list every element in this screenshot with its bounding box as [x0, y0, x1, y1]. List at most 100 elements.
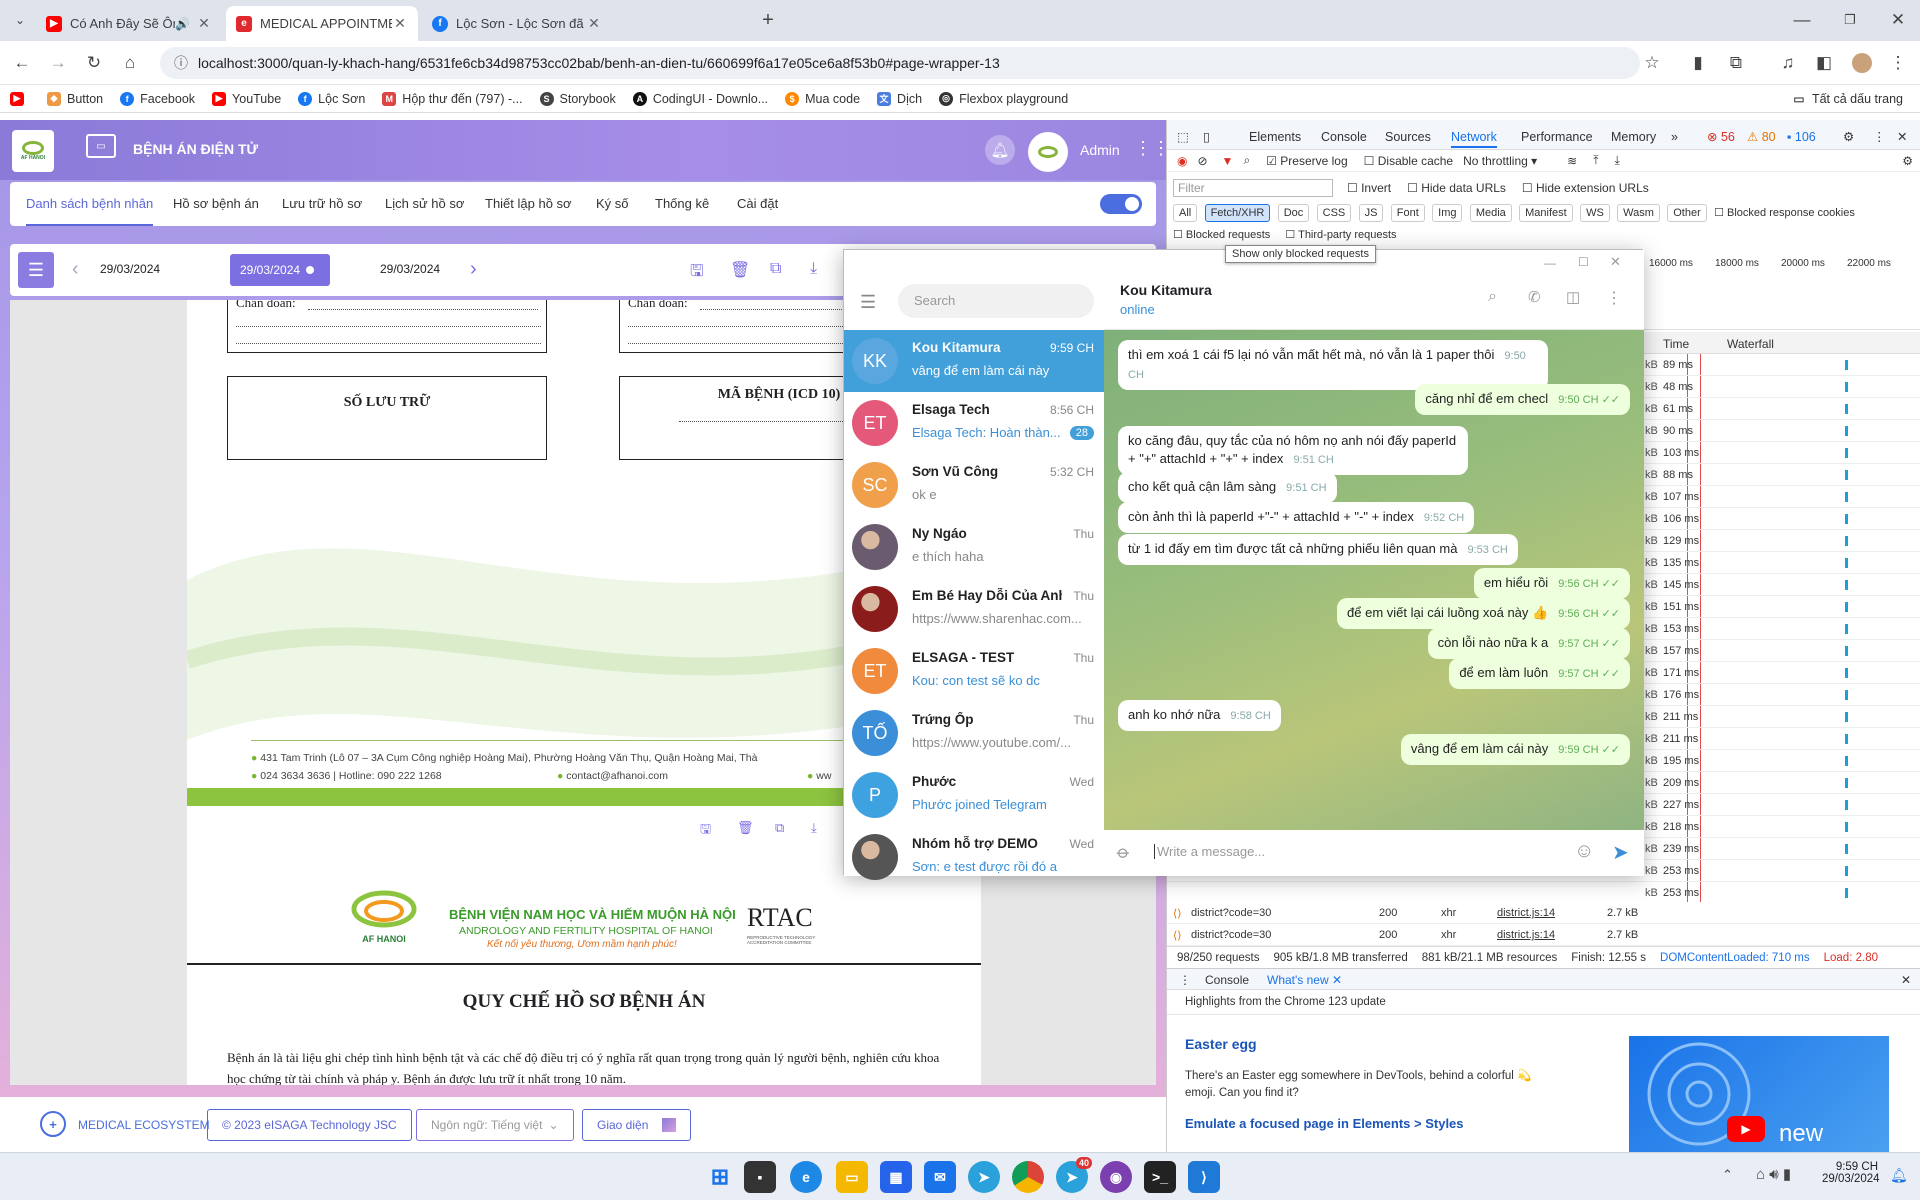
row-initiator[interactable]: district.js:14 [1497, 929, 1555, 941]
theme-toggle[interactable] [1100, 194, 1142, 214]
bookmark-item[interactable]: $ Mua code [785, 91, 860, 106]
filter-icon[interactable]: ▼ [1222, 154, 1234, 168]
chat-item[interactable]: ET Elsaga Tech 8:56 CH Elsaga Tech: Hoàn th… [844, 392, 1104, 454]
mail-icon[interactable]: ✉ [924, 1161, 956, 1193]
store-icon[interactable]: ▦ [880, 1161, 912, 1193]
back-icon[interactable]: ← [10, 51, 34, 75]
extension-icon[interactable]: ▮ [1686, 51, 1710, 75]
filter-input[interactable]: Filter [1173, 179, 1333, 197]
bookmark-item[interactable]: ▶ YouTube [212, 91, 281, 106]
filter-all[interactable]: All [1173, 204, 1198, 222]
hide-extension-urls-checkbox[interactable]: ☐ Hide extension URLs [1522, 181, 1649, 195]
drawer-tab-whats-new[interactable]: What's new ✕ [1267, 973, 1342, 987]
gear-icon[interactable]: ⚙ [1843, 126, 1854, 148]
system-tray-icons[interactable]: ⌂ 🔊︎ ▮ [1756, 1165, 1791, 1183]
bookmark-item[interactable]: f Lộc Sơn [298, 91, 365, 106]
tab-danh-sach-benh-nhan[interactable]: Danh sách bệnh nhân [26, 182, 154, 226]
device-toggle-icon[interactable]: ▯ [1203, 126, 1210, 148]
restore-icon[interactable]: ❐ [1838, 8, 1862, 32]
chrome-icon[interactable] [1012, 1161, 1044, 1193]
trash-icon[interactable]: 🗑 [730, 260, 750, 280]
hamburger-menu-icon[interactable]: ☰ [18, 252, 54, 288]
message-incoming[interactable]: anh ko nhớ nữa 9:58 CH [1118, 700, 1281, 731]
drawer-tab-console[interactable]: Console [1205, 973, 1249, 987]
column-waterfall[interactable]: Waterfall [1727, 337, 1774, 351]
chat-item[interactable]: SC Sơn Vũ Công 5:32 CH ok e [844, 454, 1104, 516]
copyright-button[interactable]: © 2023 eISAGA Technology JSC [207, 1109, 412, 1141]
chat-item[interactable]: Ny Ngáo Thu e thích haha [844, 516, 1104, 578]
message-incoming[interactable]: cho kết quả cận lâm sàng 9:51 CH [1118, 472, 1337, 503]
browser-tab[interactable]: ▶ Có Anh Đây Sẽ Ôm Em Ng 🔊 ✕ [36, 6, 222, 41]
edge-icon[interactable]: e [790, 1161, 822, 1193]
bookmark-item[interactable]: ◆ Button [47, 91, 103, 106]
bookmark-item[interactable]: ◎ Flexbox playground [939, 91, 1068, 106]
blocked-response-cookies-checkbox[interactable]: ☐ Blocked response cookies [1714, 207, 1855, 219]
user-name[interactable]: Admin [1080, 142, 1120, 158]
close-icon[interactable]: ✕ [392, 15, 408, 32]
browser-tab[interactable]: f Lộc Sơn - Lộc Sơn đã chia sẻ m ✕ [422, 6, 612, 41]
inspect-icon[interactable]: ⬚ [1177, 126, 1189, 148]
bookmark-item[interactable]: 文 Dịch [877, 91, 922, 106]
tab-network[interactable]: Network [1451, 126, 1497, 148]
github-icon[interactable]: ◉ [1100, 1161, 1132, 1193]
wifi-icon[interactable]: ≋ [1567, 154, 1577, 168]
filter-other[interactable]: Other [1667, 204, 1707, 222]
chat-header-name[interactable]: Kou Kitamura [1120, 282, 1212, 298]
bookmark-youtube[interactable]: ▶ [10, 91, 30, 106]
message-incoming[interactable]: ko căng đâu, quy tắc của nó hôm nọ anh n… [1118, 426, 1468, 475]
upload-icon[interactable]: ⤒ [1593, 153, 1598, 168]
new-tab-button[interactable]: + [756, 8, 780, 32]
save-icon[interactable]: 🖫 [700, 820, 711, 842]
filter-js[interactable]: JS [1358, 204, 1384, 222]
telegram-icon[interactable]: ➤ [968, 1161, 1000, 1193]
tab-luu-tru-ho-so[interactable]: Lưu trữ hồ sơ [282, 182, 362, 226]
play-icon[interactable]: ▶ [1727, 1116, 1765, 1142]
chat-item[interactable]: P Phước Wed Phước joined Telegram [844, 764, 1104, 826]
filter-manifest[interactable]: Manifest [1519, 204, 1573, 222]
bell-icon[interactable]: 🔔︎ [985, 135, 1015, 165]
hamburger-menu-icon[interactable]: ☰ [860, 292, 876, 313]
throttling-select[interactable]: No throttling ▾ [1463, 154, 1537, 168]
filter-fetch-xhr[interactable]: Fetch/XHR [1204, 204, 1271, 222]
terminal-icon[interactable]: >_ [1144, 1161, 1176, 1193]
tab-sources[interactable]: Sources [1385, 126, 1431, 148]
phone-icon[interactable]: ✆ [1528, 288, 1541, 306]
message-incoming[interactable]: còn ảnh thì là paperId +"-" + attachId +… [1118, 502, 1475, 533]
disable-cache-checkbox[interactable]: ☐ Disable cache [1364, 154, 1453, 168]
chevron-up-icon[interactable]: ⌃ [1722, 1167, 1733, 1183]
download-icon[interactable]: ⤓ [1615, 153, 1620, 168]
record-icon[interactable]: ◉ [1177, 154, 1187, 168]
minimize-icon[interactable]: — [1544, 256, 1556, 270]
tab-ky-so[interactable]: Ký số [596, 182, 629, 226]
emulate-focused-link[interactable]: Emulate a focused page in Elements > Sty… [1185, 1116, 1464, 1131]
clock[interactable]: 9:59 CH 29/03/2024 [1822, 1161, 1880, 1185]
puzzle-icon[interactable]: ⧉ [1724, 51, 1748, 75]
date-prev[interactable]: 29/03/2024 [100, 262, 160, 276]
filter-css[interactable]: CSS [1316, 204, 1352, 222]
close-icon[interactable]: ✕ [1897, 126, 1907, 148]
blocked-requests-checkbox[interactable]: ☐ Blocked requests [1173, 229, 1270, 241]
bookmark-item[interactable]: f Facebook [120, 91, 195, 106]
media-icon[interactable]: ♫ [1776, 51, 1800, 75]
filter-img[interactable]: Img [1432, 204, 1463, 222]
filter-ws[interactable]: WS [1580, 204, 1610, 222]
message-outgoing[interactable]: vâng để em làm cái này 9:59 CH ✓✓ [1400, 734, 1630, 765]
send-icon[interactable]: ➤ [1612, 840, 1629, 865]
tab-memory[interactable]: Memory [1611, 126, 1656, 148]
message-outgoing[interactable]: căng nhỉ để em checl 9:50 CH ✓✓ [1415, 384, 1630, 415]
row-initiator[interactable]: district.js:14 [1497, 907, 1555, 919]
kebab-icon[interactable]: ⋮ [1179, 973, 1191, 987]
column-time[interactable]: Time [1663, 337, 1689, 351]
tab-thong-ke[interactable]: Thống kê [655, 182, 709, 226]
tab-lich-su-ho-so[interactable]: Lịch sử hồ sơ [385, 182, 464, 226]
save-icon[interactable]: 🖫 [690, 260, 704, 287]
chat-item[interactable]: TỐ Trứng Ốp Thu https://www.youtube.com/... [844, 702, 1104, 764]
minimize-icon[interactable]: — [1790, 8, 1814, 32]
easter-egg-title[interactable]: Easter egg [1185, 1036, 1257, 1052]
forward-icon[interactable]: → [46, 51, 70, 75]
network-row[interactable]: kB 253 ms [1167, 882, 1920, 904]
preserve-log-checkbox[interactable]: ☑ Preserve log [1266, 154, 1347, 168]
all-bookmarks[interactable]: ▭ Tất cả dấu trang [1792, 92, 1903, 106]
download-icon[interactable]: ⤓ [810, 260, 817, 278]
date-current[interactable]: 29/03/2024 [230, 254, 330, 286]
